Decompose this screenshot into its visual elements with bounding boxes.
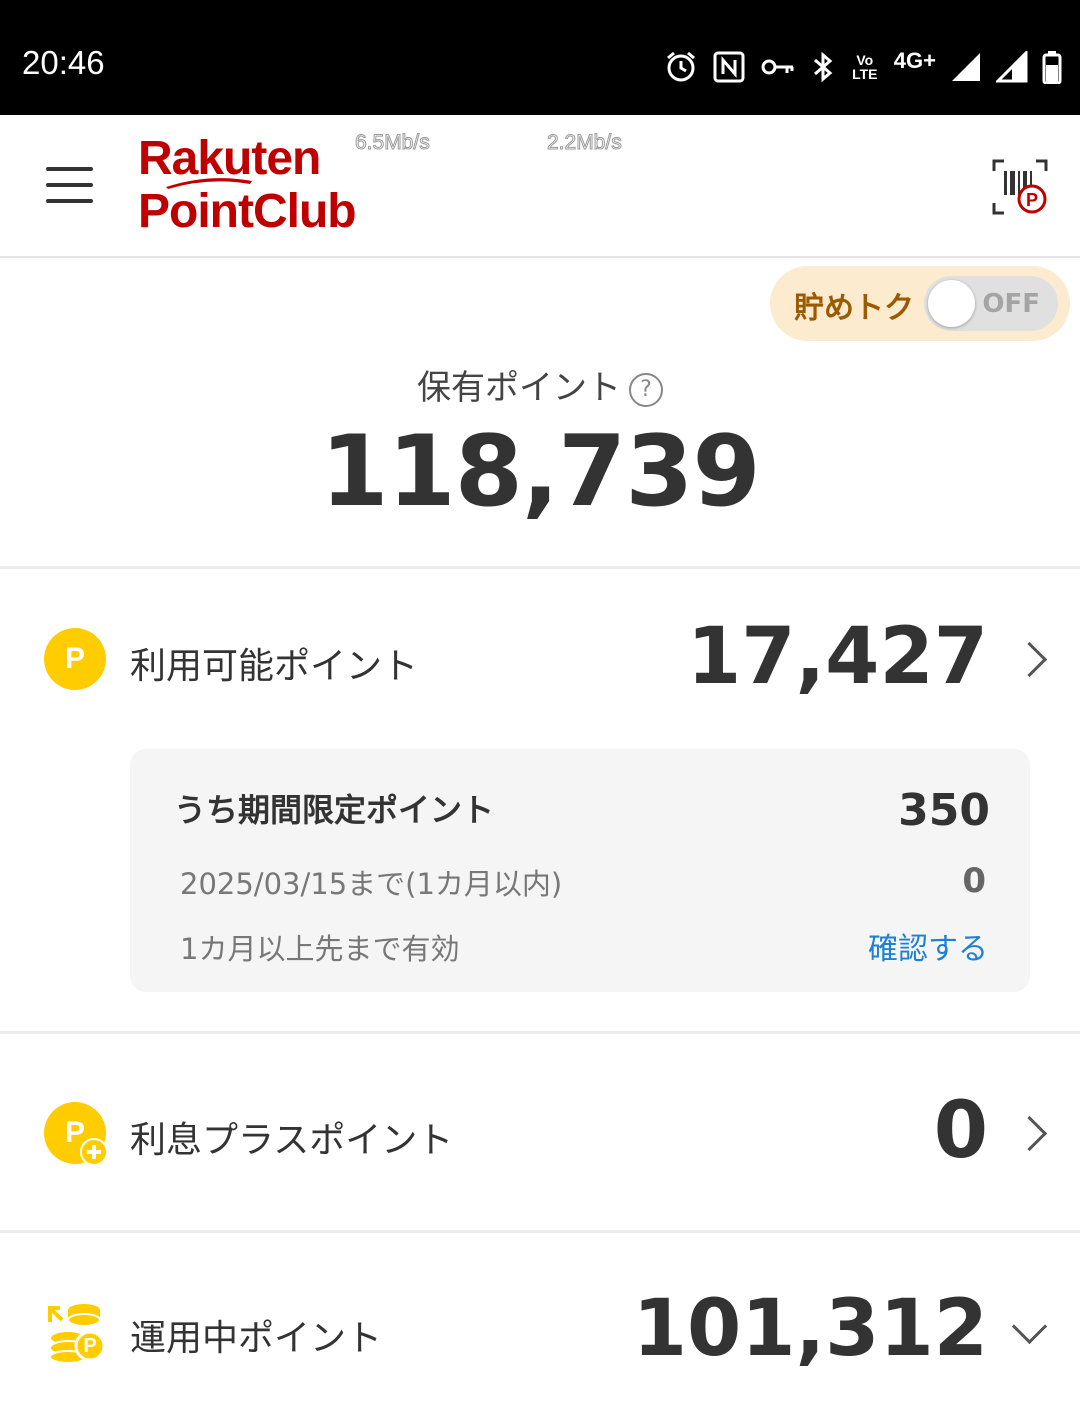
alarm-icon [664,50,698,84]
invest-coin-letter: P [83,1335,97,1357]
point-card-barcode-icon[interactable]: P [992,159,1048,215]
limited-points-total: 350 [898,785,990,836]
expiring-soon-label: 2025/03/15まで(1カ月以内) [180,867,563,901]
invest-coins-icon: P [44,1300,108,1364]
invest-points-value: 101,312 [632,1284,988,1374]
signal-icon [996,51,1028,83]
invest-points-label: 運用中ポイント [130,1318,383,1359]
savings-toggle-container: 貯めトク OFF [770,266,1070,341]
chevron-right-icon[interactable] [1011,1115,1048,1152]
confirm-link[interactable]: 確認する [868,924,988,968]
network-type: 4G+ [893,48,936,73]
upload-speed: 2.2Mb/s [547,131,623,155]
limited-points-card: うち期間限定ポイント 350 2025/03/15まで(1カ月以内) 0 1カ月… [130,749,1030,992]
available-points-value: 17,427 [687,612,988,702]
vpn-key-icon [760,56,796,78]
interest-points-label: 利息プラスポイント [130,1120,454,1161]
held-points-label-row: 保有ポイント? [0,360,1080,409]
status-bar: 20:46 Vo LTE 4G+ [0,0,1080,115]
download-speed: 6.5Mb/s [355,131,431,155]
limited-points-title: うち期間限定ポイント [174,791,495,829]
divider [0,1031,1080,1034]
toggle-state: OFF [982,289,1040,319]
status-time: 20:46 [22,44,105,81]
nfc-icon [712,50,746,84]
volte-icon: Vo LTE [850,53,880,81]
interest-point-coin-icon: P [44,1102,108,1166]
available-points-label: 利用可能ポイント [130,646,419,687]
signal-icon [950,51,982,83]
interest-points-value: 0 [933,1086,988,1176]
divider [0,1230,1080,1233]
valid-later-label: 1カ月以上先まで有効 [180,932,460,966]
savings-toggle-label: 貯めトク [794,291,914,326]
held-points-value: 118,739 [320,415,760,529]
savings-toggle-switch[interactable]: OFF [924,276,1058,331]
chevron-right-icon[interactable] [1011,641,1048,678]
svg-text:P: P [1026,190,1038,210]
expiring-soon-value: 0 [962,861,986,901]
logo-swoosh [166,178,252,189]
battery-icon [1042,50,1062,84]
point-coin-icon: P [44,628,106,690]
help-icon[interactable]: ? [629,372,663,407]
held-points-label: 保有ポイント [417,368,621,408]
menu-icon[interactable] [46,165,94,205]
app-header: Rakuten PointClub 6.5Mb/s 2.2Mb/s P [0,115,1080,258]
volte-label: Vo LTE [852,52,878,82]
status-icons: Vo LTE 4G+ [664,40,1062,94]
chevron-down-icon[interactable] [1011,1308,1048,1345]
toggle-knob [928,280,975,327]
logo-line2: PointClub [138,185,357,238]
bluetooth-icon [810,50,836,84]
divider [0,566,1080,569]
plus-icon [80,1138,108,1166]
rakuten-pointclub-logo: Rakuten PointClub [138,133,357,239]
